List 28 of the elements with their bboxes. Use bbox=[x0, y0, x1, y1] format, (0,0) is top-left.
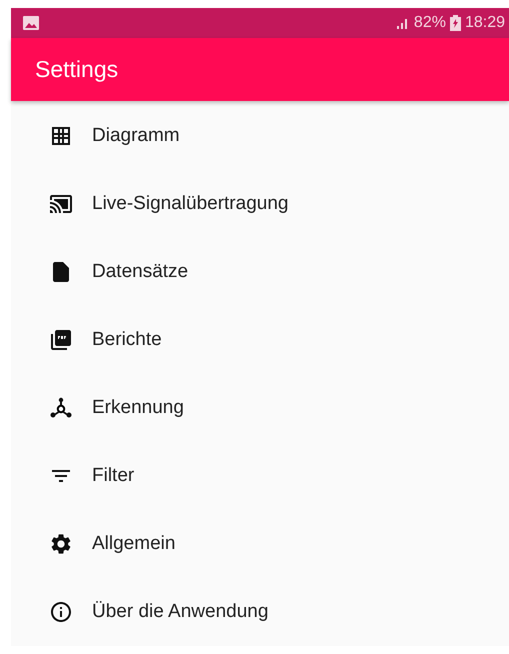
menu-item[interactable]: Allgemein bbox=[11, 510, 509, 578]
menu-item-label: Erkennung bbox=[92, 397, 184, 419]
signal-icon bbox=[396, 16, 410, 30]
menu-item-label: Diagramm bbox=[92, 125, 180, 147]
settings-icon bbox=[49, 532, 73, 556]
battery-icon bbox=[450, 15, 461, 32]
menu-item-label: Allgemein bbox=[92, 533, 176, 555]
network-icon bbox=[49, 396, 73, 420]
menu-item[interactable]: Erkennung bbox=[11, 374, 509, 442]
menu-item[interactable]: Diagramm bbox=[11, 102, 509, 170]
menu-item-label: Berichte bbox=[92, 329, 162, 351]
menu-item[interactable]: Datensätze bbox=[11, 238, 509, 306]
clock: 18:29 bbox=[464, 14, 505, 32]
menu-item-label: Datensätze bbox=[92, 261, 188, 283]
menu-item-label: Über die Anwendung bbox=[92, 601, 268, 623]
menu-item-label: Live-Signalübertragung bbox=[92, 193, 288, 215]
battery-percentage: 82% bbox=[414, 14, 446, 32]
menu-item[interactable]: Berichte bbox=[11, 306, 509, 374]
menu-item-label: Filter bbox=[92, 465, 134, 487]
cast-icon bbox=[49, 192, 73, 216]
image-icon bbox=[23, 16, 39, 30]
menu-item[interactable]: Filter bbox=[11, 442, 509, 510]
info-icon bbox=[49, 600, 73, 624]
menu-item[interactable]: Live-Signalübertragung bbox=[11, 170, 509, 238]
menu-item[interactable]: Über die Anwendung bbox=[11, 578, 509, 646]
pdf-icon bbox=[49, 328, 73, 352]
grid-icon bbox=[49, 124, 73, 148]
app-bar-title: Settings bbox=[35, 56, 118, 84]
